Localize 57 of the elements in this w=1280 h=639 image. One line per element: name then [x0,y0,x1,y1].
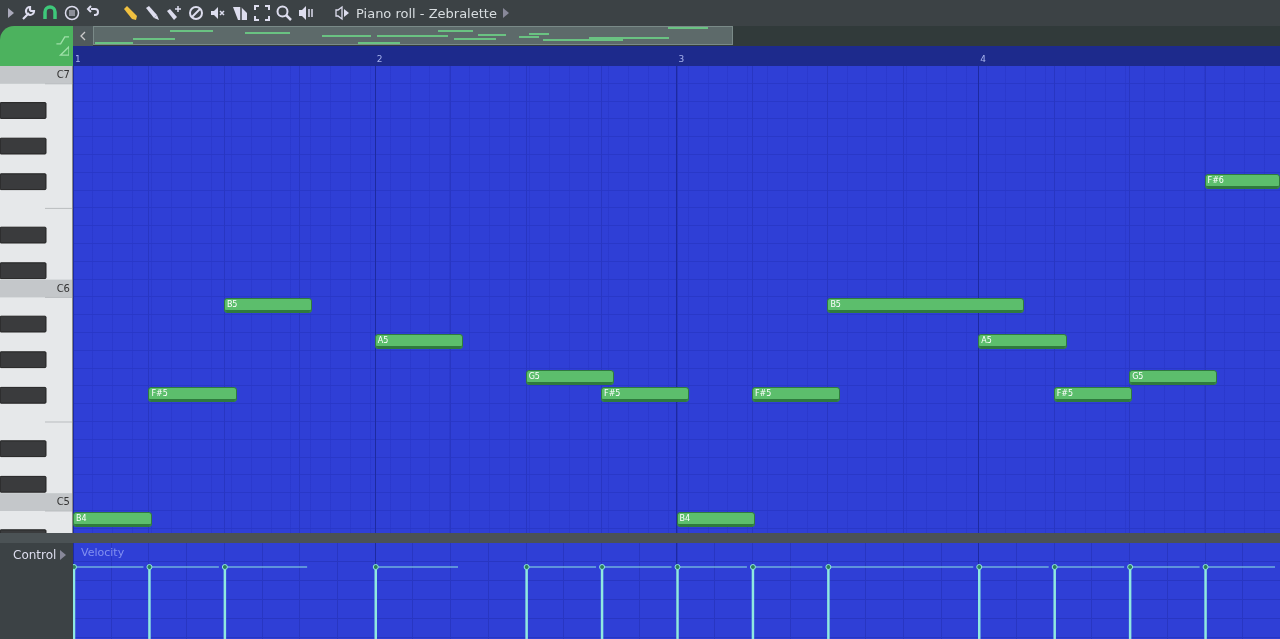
timeline-ruler[interactable]: 1 2 3 4 [73,46,1280,66]
velocity-stem[interactable] [674,564,748,639]
parameter-label: Velocity [81,546,125,559]
note-block[interactable]: B5 [827,298,1024,314]
note-block[interactable]: G5 [525,369,614,385]
note-block[interactable]: F#5 [148,387,237,403]
velocity-stem[interactable] [523,564,597,639]
bar-number: 1 [75,54,81,64]
velocity-stem[interactable] [1127,564,1201,639]
note-block[interactable]: F#5 [751,387,841,403]
note-block[interactable]: F#5 [1053,387,1133,403]
note-block[interactable]: A5 [374,334,463,349]
note-block[interactable]: F#6 [1204,173,1280,189]
bar-number: 3 [678,54,685,64]
velocity-panel[interactable]: Velocity [73,543,1280,639]
caret-icon[interactable] [502,8,509,18]
speaker-icon[interactable] [298,5,314,21]
slice-icon[interactable] [232,5,248,21]
note-block[interactable]: B4 [676,512,755,527]
velocity-stem[interactable] [976,564,1050,639]
speaker-arrow-icon[interactable] [334,5,350,21]
key-label: C5 [56,495,70,510]
zoom-icon[interactable] [276,5,292,21]
velocity-stem[interactable] [749,564,823,639]
pencil-icon[interactable] [122,5,138,21]
brush-plus-icon[interactable] [166,5,182,21]
mute-icon[interactable] [210,5,226,21]
select-icon[interactable] [254,5,270,21]
key-label: C7 [56,68,70,82]
note-block[interactable]: B4 [73,512,153,527]
note-block[interactable]: G5 [1129,369,1218,385]
menu-icon[interactable] [64,5,80,21]
note-block[interactable]: F#5 [601,387,690,403]
no-entry-icon[interactable] [188,5,204,21]
velocity-stem[interactable] [1202,564,1276,639]
chevron-left-icon [80,31,86,41]
bar-number: 4 [980,54,986,64]
key-label: C6 [56,281,70,296]
velocity-stem[interactable] [73,564,144,639]
note-block[interactable]: A5 [978,334,1067,349]
velocity-stem[interactable] [372,564,459,639]
velocity-stem[interactable] [146,564,220,639]
brush-icon[interactable] [144,5,160,21]
window-title: Piano roll - Zebralette [356,5,497,21]
control-label[interactable]: Control [13,547,57,563]
velocity-stem[interactable] [221,564,308,639]
magnet-icon[interactable] [42,5,58,21]
note-block[interactable]: B5 [223,298,313,314]
note-grid[interactable]: B4 F#5 B5 A5 G5 F#5 B4 F#5 B5 A5 F#5 G5 F#6 [73,66,1280,533]
bar-number: 2 [376,54,383,64]
play-icon[interactable] [8,8,14,18]
caret-icon[interactable] [60,550,67,560]
wrench-icon[interactable] [20,5,36,21]
velocity-stem[interactable] [825,564,974,639]
velocity-stem[interactable] [1051,564,1125,639]
velocity-stem[interactable] [599,564,672,639]
piano-keyboard-drawing[interactable] [0,66,73,533]
